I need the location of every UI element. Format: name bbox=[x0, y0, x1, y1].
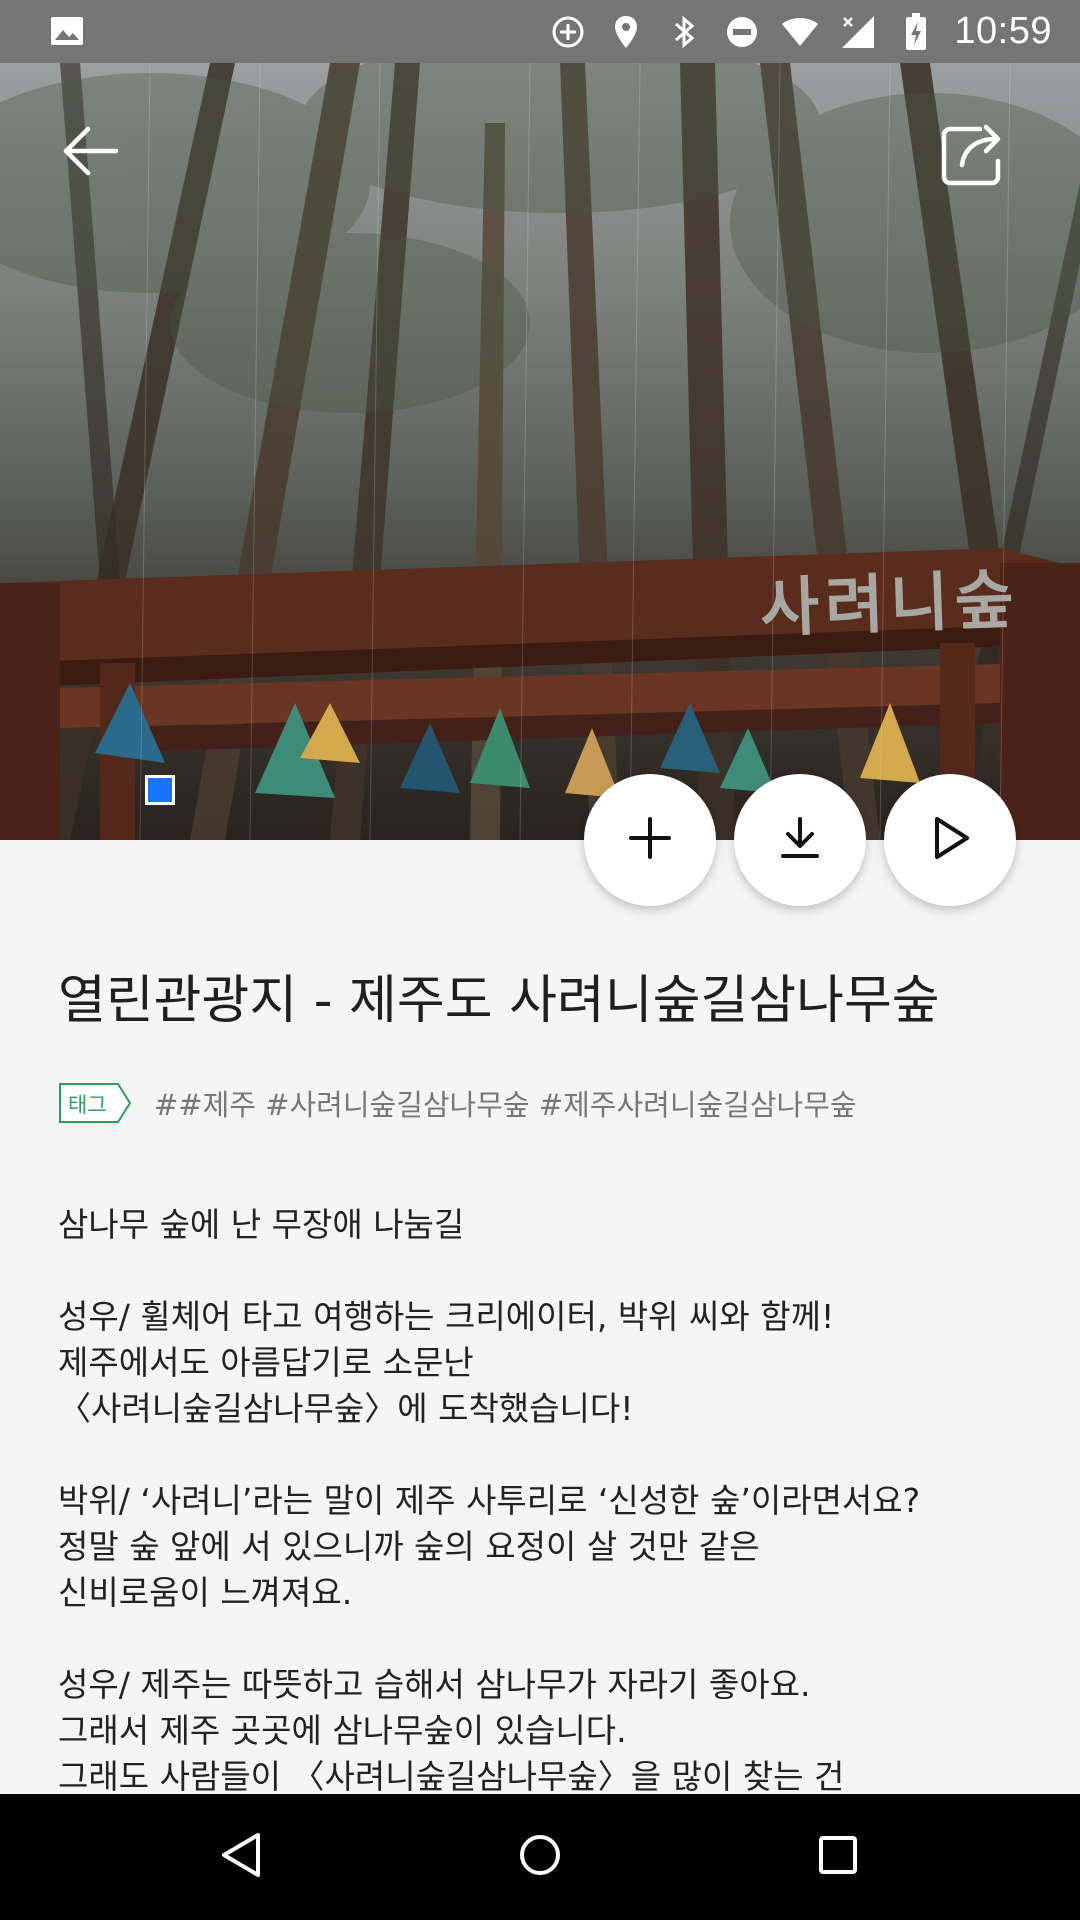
text-line: 제주에서도 아름답기로 소문난 bbox=[58, 1343, 474, 1382]
download-icon bbox=[777, 815, 823, 865]
no-signal-icon bbox=[838, 12, 878, 52]
tag-badge: 태그 bbox=[58, 1082, 132, 1124]
battery-charging-icon bbox=[896, 12, 936, 52]
paragraph: 성우/ 제주는 따뜻하고 습해서 삼나무가 자라기 좋아요. 그래서 제주 곳곳… bbox=[58, 1662, 1038, 1792]
back-button[interactable] bbox=[60, 121, 150, 211]
text-line: 성우/ 제주는 따뜻하고 습해서 삼나무가 자라기 좋아요. bbox=[58, 1665, 811, 1704]
text-line: 삼나무 숲에 난 무장애 나눔길 bbox=[58, 1205, 465, 1244]
tag-list[interactable]: ##제주 #사려니숲길삼나무숲 #제주사려니숲길삼나무숲 bbox=[154, 1082, 857, 1124]
nav-back-button[interactable] bbox=[201, 1817, 281, 1897]
nav-home-icon bbox=[518, 1833, 562, 1881]
paragraph: 삼나무 숲에 난 무장애 나눔길 bbox=[58, 1202, 1038, 1248]
nav-recent-button[interactable] bbox=[798, 1817, 878, 1897]
location-icon bbox=[606, 12, 646, 52]
nav-back-icon bbox=[220, 1832, 262, 1882]
forest-illustration bbox=[0, 63, 1080, 840]
play-button[interactable] bbox=[884, 774, 1016, 906]
tag-label: 태그 bbox=[68, 1093, 107, 1117]
article-body: 삼나무 숲에 난 무장애 나눔길 성우/ 휠체어 타고 여행하는 크리에이터, … bbox=[58, 1202, 1038, 1792]
paragraph: 박위/ ‘사려니’라는 말이 제주 사투리로 ‘신성한 숲’이라면서요? 정말 … bbox=[58, 1478, 1038, 1616]
download-button[interactable] bbox=[734, 774, 866, 906]
page-title: 열린관광지 - 제주도 사려니숲길삼나무숲 bbox=[58, 971, 940, 1031]
sign-text: 사려니숲 bbox=[759, 563, 1022, 647]
add-button[interactable] bbox=[584, 774, 716, 906]
text-line: 박위/ ‘사려니’라는 말이 제주 사투리로 ‘신성한 숲’이라면서요? bbox=[58, 1481, 921, 1520]
hero-image: 사려니숲 bbox=[0, 63, 1080, 840]
text-line: 그래서 제주 곳곳에 삼나무숲이 있습니다. bbox=[58, 1711, 627, 1750]
nav-recent-icon bbox=[818, 1835, 858, 1879]
play-icon bbox=[927, 815, 973, 865]
tag-row: 태그 ##제주 #사려니숲길삼나무숲 #제주사려니숲길삼나무숲 bbox=[58, 1082, 857, 1124]
text-line: 〈사려니숲길삼나무숲〉에 도착했습니다! bbox=[58, 1389, 634, 1428]
image-icon bbox=[50, 16, 84, 50]
nav-home-button[interactable] bbox=[500, 1817, 580, 1897]
bluetooth-icon bbox=[664, 12, 704, 52]
text-line: 신비로움이 느껴져요. bbox=[58, 1573, 353, 1612]
do-not-disturb-icon bbox=[722, 12, 762, 52]
status-bar: 10:59 bbox=[0, 0, 1080, 63]
text-line: 성우/ 휠체어 타고 여행하는 크리에이터, 박위 씨와 함께! bbox=[58, 1297, 835, 1336]
plus-icon bbox=[627, 815, 673, 865]
text-line: 그래도 사람들이 〈사려니숲길삼나무숲〉을 많이 찾는 건 bbox=[58, 1757, 845, 1792]
text-line: 정말 숲 앞에 서 있으니까 숲의 요정이 살 것만 같은 bbox=[58, 1527, 760, 1566]
wifi-icon bbox=[780, 12, 820, 52]
status-time: 10:59 bbox=[954, 10, 1052, 52]
share-button[interactable] bbox=[940, 121, 1030, 211]
navigation-bar bbox=[0, 1794, 1080, 1920]
add-circle-icon bbox=[548, 12, 588, 52]
page-indicator bbox=[145, 775, 175, 805]
paragraph: 성우/ 휠체어 타고 여행하는 크리에이터, 박위 씨와 함께! 제주에서도 아… bbox=[58, 1294, 1038, 1432]
